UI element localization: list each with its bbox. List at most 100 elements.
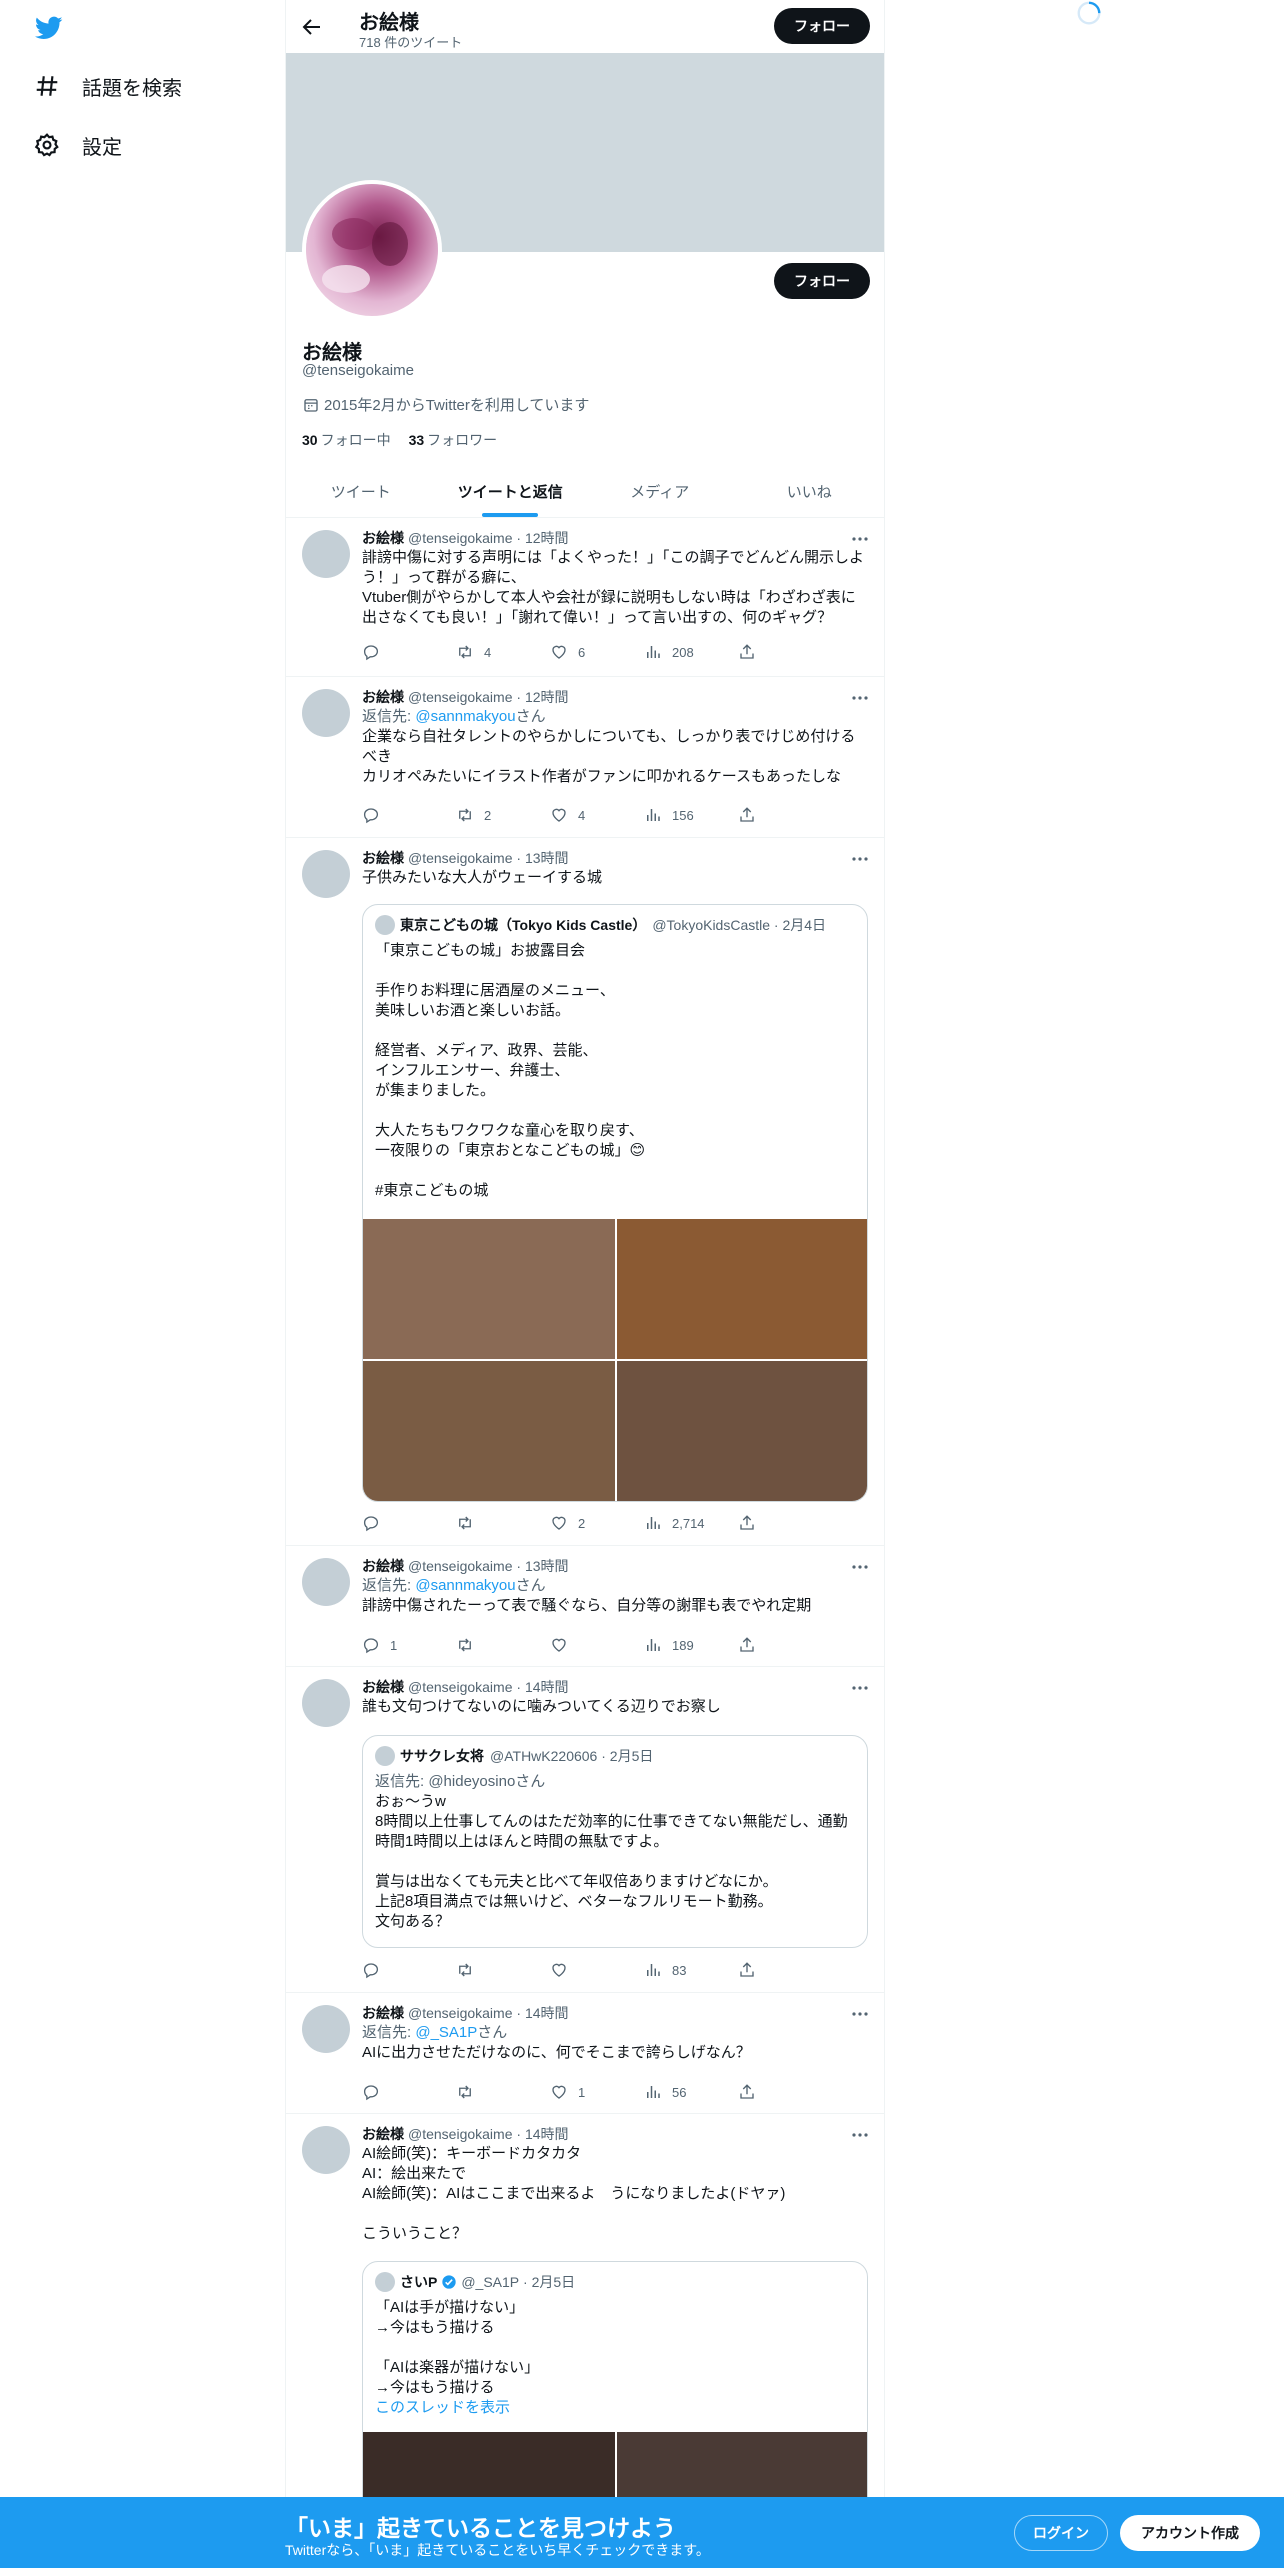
nav-settings[interactable]: 設定 — [34, 127, 122, 163]
avatar[interactable] — [302, 689, 350, 737]
tab-tweets[interactable]: ツイート — [286, 465, 436, 517]
like-button[interactable] — [550, 1960, 644, 1980]
tweet[interactable]: お絵様 @tenseigokaime · 12時間 誹謗中傷に対する声明には「よく… — [286, 518, 884, 677]
profile-follow-button[interactable]: フォロー — [774, 263, 870, 299]
views-button[interactable]: 56 — [644, 2082, 738, 2102]
quote-photo[interactable] — [617, 1361, 867, 1501]
tweet-author-name[interactable]: お絵様 — [362, 1679, 404, 1695]
tweet[interactable]: お絵様 @tenseigokaime · 13時間 子供みたいな大人がウェーイする… — [286, 838, 884, 1546]
quote-photo[interactable] — [617, 1219, 867, 1359]
avatar[interactable] — [302, 530, 350, 578]
views-button[interactable]: 208 — [644, 642, 738, 662]
tweet-author-handle[interactable]: @tenseigokaime — [408, 530, 513, 546]
avatar[interactable] — [302, 2005, 350, 2053]
quoted-tweet[interactable]: 東京こどもの城（Tokyo Kids Castle） @TokyoKidsCast… — [362, 904, 868, 1502]
tab-media[interactable]: メディア — [585, 465, 735, 517]
share-button[interactable] — [738, 805, 768, 825]
tweet-author-handle[interactable]: @tenseigokaime — [408, 2005, 513, 2021]
tweet-author-handle[interactable]: @tenseigokaime — [408, 1558, 513, 1574]
tweet-time[interactable]: 13時間 — [525, 1558, 569, 1574]
reply-button[interactable] — [362, 642, 456, 662]
retweet-button[interactable] — [456, 1960, 550, 1980]
tweet[interactable]: お絵様 @tenseigokaime · 14時間 誰も文句つけてないのに噛みつい… — [286, 1667, 884, 1993]
profile-avatar[interactable] — [302, 180, 442, 320]
twitter-logo-icon[interactable] — [32, 14, 66, 42]
views-button[interactable]: 156 — [644, 805, 738, 825]
tweet-author-handle[interactable]: @tenseigokaime — [408, 1679, 513, 1695]
header-name: お絵様 — [359, 12, 419, 34]
reply-button[interactable] — [362, 2082, 456, 2102]
views-button[interactable]: 2,714 — [644, 1513, 738, 1533]
quote-photo[interactable] — [363, 1219, 615, 1359]
signup-button[interactable]: アカウント作成 — [1120, 2515, 1260, 2551]
retweet-button[interactable] — [456, 2082, 550, 2102]
tweet-author-name[interactable]: お絵様 — [362, 689, 404, 705]
retweet-button[interactable]: 2 — [456, 805, 550, 825]
tweet-time[interactable]: 14時間 — [525, 1679, 569, 1695]
tweet-author-handle[interactable]: @tenseigokaime — [408, 2126, 513, 2142]
tweet-time[interactable]: 13時間 — [525, 850, 569, 866]
quoted-tweet[interactable]: ササクレ女将 @ATHwK220606 · 2月5日 返信先: @hideyosi… — [362, 1735, 868, 1948]
reply-button[interactable]: 1 — [362, 1635, 456, 1655]
tweet-time[interactable]: 12時間 — [525, 689, 569, 705]
more-icon[interactable] — [850, 852, 870, 866]
tweet-author-name[interactable]: お絵様 — [362, 2126, 404, 2142]
share-button[interactable] — [738, 1635, 768, 1655]
tweet-author-handle[interactable]: @tenseigokaime — [408, 850, 513, 866]
retweet-button[interactable] — [456, 1513, 550, 1533]
more-icon[interactable] — [850, 1681, 870, 1695]
tab-tweets-and-replies[interactable]: ツイートと返信 — [436, 465, 586, 517]
more-icon[interactable] — [850, 691, 870, 705]
like-button[interactable]: 1 — [550, 2082, 644, 2102]
avatar[interactable] — [302, 1558, 350, 1606]
reply-to-link[interactable]: @_SA1P — [415, 2024, 477, 2041]
share-button[interactable] — [738, 2082, 768, 2102]
like-button[interactable]: 2 — [550, 1513, 644, 1533]
quote-photo[interactable] — [363, 1361, 615, 1501]
like-button[interactable] — [550, 1635, 644, 1655]
share-button[interactable] — [738, 1513, 768, 1533]
tweet-time[interactable]: 12時間 — [525, 530, 569, 546]
more-icon[interactable] — [850, 2007, 870, 2021]
tweet[interactable]: お絵様 @tenseigokaime · 14時間 返信先: @_SA1Pさん A… — [286, 1993, 884, 2114]
login-button[interactable]: ログイン — [1014, 2515, 1108, 2551]
more-icon[interactable] — [850, 2128, 870, 2142]
nav-explore[interactable]: 話題を検索 — [34, 68, 182, 104]
views-count: 83 — [672, 1962, 687, 1978]
retweet-button[interactable] — [456, 1635, 550, 1655]
avatar[interactable] — [302, 2126, 350, 2174]
avatar[interactable] — [302, 1679, 350, 1727]
header-follow-button[interactable]: フォロー — [774, 8, 870, 44]
more-icon[interactable] — [850, 1560, 870, 1574]
share-icon — [740, 1515, 754, 1530]
tweet-time[interactable]: 14時間 — [525, 2005, 569, 2021]
back-arrow-icon[interactable] — [300, 15, 324, 39]
tweet-author-name[interactable]: お絵様 — [362, 1558, 404, 1574]
reply-button[interactable] — [362, 1960, 456, 1980]
show-thread-link[interactable]: このスレッドを表示 — [375, 2398, 861, 2418]
tweet[interactable]: お絵様 @tenseigokaime · 12時間 返信先: @sannmakyo… — [286, 677, 884, 838]
followers-stat[interactable]: 33 フォロワー — [409, 430, 498, 450]
following-stat[interactable]: 30 フォロー中 — [302, 430, 391, 450]
following-label: フォロー中 — [320, 432, 391, 448]
avatar[interactable] — [302, 850, 350, 898]
retweet-button[interactable]: 4 — [456, 642, 550, 662]
views-button[interactable]: 189 — [644, 1635, 738, 1655]
tweet-time[interactable]: 14時間 — [525, 2126, 569, 2142]
tweet-author-name[interactable]: お絵様 — [362, 530, 404, 546]
like-button[interactable]: 4 — [550, 805, 644, 825]
tweet-author-name[interactable]: お絵様 — [362, 2005, 404, 2021]
tweet[interactable]: お絵様 @tenseigokaime · 13時間 返信先: @sannmakyo… — [286, 1546, 884, 1667]
share-button[interactable] — [738, 642, 768, 662]
views-button[interactable]: 83 — [644, 1960, 738, 1980]
share-button[interactable] — [738, 1960, 768, 1980]
like-button[interactable]: 6 — [550, 642, 644, 662]
reply-to-link[interactable]: @sannmakyou — [415, 708, 515, 725]
reply-button[interactable] — [362, 1513, 456, 1533]
tweet-author-name[interactable]: お絵様 — [362, 850, 404, 866]
tweet-author-handle[interactable]: @tenseigokaime — [408, 689, 513, 705]
more-icon[interactable] — [850, 532, 870, 546]
tab-likes[interactable]: いいね — [735, 465, 885, 517]
reply-button[interactable] — [362, 805, 456, 825]
reply-to-link[interactable]: @sannmakyou — [415, 1577, 515, 1594]
